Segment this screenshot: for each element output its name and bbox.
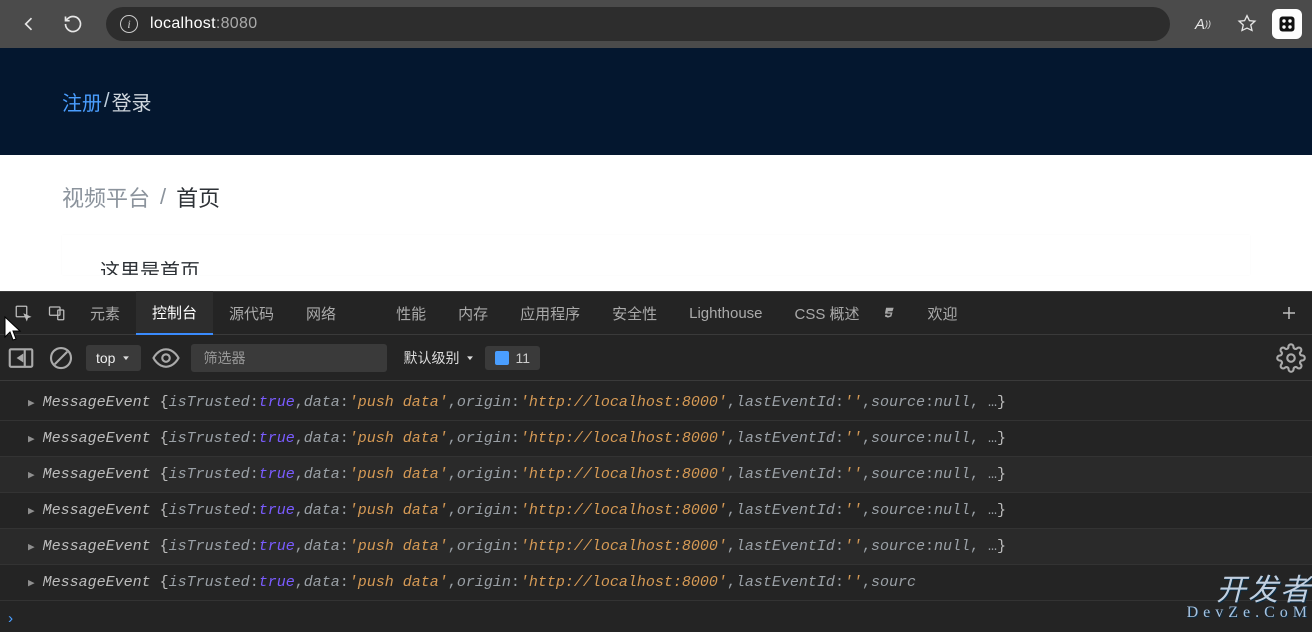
breadcrumb-current: 首页 — [176, 181, 220, 213]
console-log-row[interactable]: ▶MessageEvent {isTrusted: true, data: 'p… — [0, 457, 1312, 493]
context-selector[interactable]: top — [86, 345, 141, 371]
console-output[interactable]: ▶MessageEvent {isTrusted: true, data: 'p… — [0, 381, 1312, 632]
inspect-icon[interactable] — [6, 296, 40, 330]
url-text: localhost:8080 — [150, 15, 257, 33]
devtools-panel: 元素 控制台 源代码 网络 性能 内存 应用程序 安全性 Lighthouse … — [0, 291, 1312, 632]
tab-sources[interactable]: 源代码 — [213, 291, 290, 335]
tab-console[interactable]: 控制台 — [136, 291, 213, 335]
console-log-row[interactable]: ▶MessageEvent {isTrusted: true, data: 'p… — [0, 565, 1312, 601]
issues-count: 11 — [515, 350, 530, 366]
register-link[interactable]: 注册 — [62, 87, 102, 116]
extension-button[interactable] — [1272, 9, 1302, 39]
toggle-drawer-icon[interactable] — [6, 343, 36, 373]
header-separator: / — [104, 90, 110, 113]
page-body: 视频平台 / 首页 这里是首页 — [0, 155, 1312, 291]
tab-security[interactable]: 安全性 — [596, 291, 673, 335]
tab-application[interactable]: 应用程序 — [504, 291, 596, 335]
address-bar[interactable]: i localhost:8080 — [106, 7, 1170, 41]
back-icon[interactable] — [10, 5, 48, 43]
tab-memory[interactable]: 内存 — [442, 291, 504, 335]
device-toggle-icon[interactable] — [40, 296, 74, 330]
issues-badge-icon — [495, 351, 509, 365]
favorites-icon[interactable] — [1228, 5, 1266, 43]
tab-welcome[interactable]: 欢迎 — [912, 291, 974, 335]
info-icon[interactable]: i — [120, 15, 138, 33]
console-controls: top 默认级别 11 — [0, 335, 1312, 381]
filter-input[interactable] — [191, 344, 387, 372]
console-log-row[interactable]: ▶MessageEvent {isTrusted: true, data: 'p… — [0, 529, 1312, 565]
log-level-selector[interactable]: 默认级别 — [403, 348, 475, 368]
issues-button[interactable]: 11 — [485, 346, 540, 370]
tab-elements[interactable]: 元素 — [74, 291, 136, 335]
live-expression-icon[interactable] — [151, 343, 181, 373]
read-aloud-icon[interactable]: A)) — [1184, 5, 1222, 43]
console-log-row[interactable]: ▶MessageEvent {isTrusted: true, data: 'p… — [0, 421, 1312, 457]
tab-css-overview[interactable]: CSS 概述 — [779, 291, 912, 335]
tab-lighthouse[interactable]: Lighthouse — [673, 291, 778, 335]
tab-performance[interactable]: 性能 — [380, 291, 442, 335]
breadcrumb-root[interactable]: 视频平台 — [62, 181, 150, 213]
breadcrumb: 视频平台 / 首页 — [62, 181, 1250, 213]
content-card: 这里是首页 — [62, 235, 1250, 275]
tab-network[interactable]: 网络 — [290, 291, 352, 335]
add-tab-icon[interactable] — [1272, 296, 1306, 330]
devtools-tabs: 元素 控制台 源代码 网络 性能 内存 应用程序 安全性 Lighthouse … — [0, 291, 1312, 335]
console-prompt-icon: › — [6, 611, 15, 628]
console-log-row[interactable]: ▶MessageEvent {isTrusted: true, data: 'p… — [0, 385, 1312, 421]
browser-toolbar: i localhost:8080 A)) — [0, 0, 1312, 48]
reload-icon[interactable] — [54, 5, 92, 43]
login-link[interactable]: 登录 — [112, 87, 152, 116]
page-header: 注册 / 登录 — [0, 48, 1312, 155]
card-text: 这里是首页 — [100, 261, 200, 275]
clear-console-icon[interactable] — [46, 343, 76, 373]
console-settings-icon[interactable] — [1276, 343, 1306, 373]
breadcrumb-sep: / — [160, 184, 166, 210]
console-log-row[interactable]: ▶MessageEvent {isTrusted: true, data: 'p… — [0, 493, 1312, 529]
